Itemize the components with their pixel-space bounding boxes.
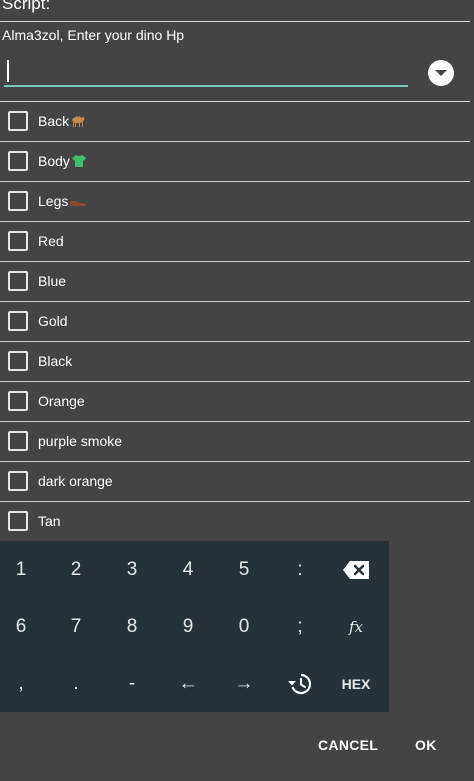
shoe-icon: [69, 194, 87, 210]
text-cursor: [7, 60, 9, 82]
options-list: Back Body Legs Red Blue Gold Black Orang…: [0, 102, 470, 542]
checkbox[interactable]: [8, 311, 28, 331]
checkbox[interactable]: [8, 231, 28, 251]
key-left-arrow[interactable]: ←: [160, 655, 216, 712]
key-5[interactable]: 5: [216, 541, 272, 598]
backspace-key[interactable]: [328, 541, 384, 598]
checkbox[interactable]: [8, 191, 28, 211]
checkbox[interactable]: [8, 511, 28, 531]
key-right-arrow[interactable]: →: [216, 655, 272, 712]
key-0[interactable]: 0: [216, 598, 272, 655]
option-purple-smoke[interactable]: purple smoke: [0, 422, 470, 462]
key-7[interactable]: 7: [48, 598, 104, 655]
option-label: Tan: [38, 513, 61, 529]
key-colon[interactable]: :: [272, 541, 328, 598]
option-label: Red: [38, 233, 64, 249]
option-label: Orange: [38, 393, 85, 409]
key-6[interactable]: 6: [0, 598, 49, 655]
cancel-button[interactable]: CANCEL: [318, 737, 378, 753]
option-label: Back: [38, 113, 86, 131]
option-red[interactable]: Red: [0, 222, 470, 262]
hp-input-container[interactable]: [4, 54, 408, 90]
dropdown-button[interactable]: [428, 60, 454, 86]
title-divider: [0, 21, 470, 22]
option-black[interactable]: Black: [0, 342, 470, 382]
backspace-icon: [343, 560, 369, 579]
key-semicolon[interactable]: ;: [272, 598, 328, 655]
option-body[interactable]: Body: [0, 142, 470, 182]
option-dark-orange[interactable]: dark orange: [0, 462, 470, 502]
key-3[interactable]: 3: [104, 541, 160, 598]
option-label: dark orange: [38, 473, 113, 489]
checkbox[interactable]: [8, 431, 28, 451]
key-1[interactable]: 1: [0, 541, 49, 598]
checkbox[interactable]: [8, 391, 28, 411]
fx-key[interactable]: fx: [328, 598, 384, 655]
key-9[interactable]: 9: [160, 598, 216, 655]
hp-input[interactable]: [4, 54, 408, 87]
option-gold[interactable]: Gold: [0, 302, 470, 342]
option-label: Gold: [38, 313, 68, 329]
checkbox[interactable]: [8, 271, 28, 291]
checkbox[interactable]: [8, 471, 28, 491]
option-legs[interactable]: Legs: [0, 182, 470, 222]
numeric-keyboard: 1 2 3 4 5 : 6 7 8 9 0 ; fx , . - ← → HEX: [0, 541, 389, 712]
checkbox[interactable]: [8, 111, 28, 131]
dialog-title: Script:: [2, 0, 51, 13]
history-key[interactable]: [272, 655, 328, 712]
key-minus[interactable]: -: [104, 655, 160, 712]
camel-icon: [70, 114, 86, 131]
chevron-down-icon: [435, 70, 447, 76]
key-2[interactable]: 2: [48, 541, 104, 598]
prompt-text: Alma3zol, Enter your dino Hp: [2, 27, 185, 43]
key-comma[interactable]: ,: [0, 655, 49, 712]
history-icon: [288, 673, 312, 694]
checkbox[interactable]: [8, 151, 28, 171]
option-label: Black: [38, 353, 73, 369]
option-orange[interactable]: Orange: [0, 382, 470, 422]
option-label: purple smoke: [38, 433, 123, 449]
option-label: Body: [38, 153, 87, 171]
checkbox[interactable]: [8, 351, 28, 371]
option-tan[interactable]: Tan: [0, 502, 470, 542]
option-blue[interactable]: Blue: [0, 262, 470, 302]
shirt-icon: [71, 154, 87, 171]
option-label: Blue: [38, 273, 67, 289]
option-label: Legs: [38, 193, 87, 210]
hex-key[interactable]: HEX: [328, 655, 384, 712]
option-back[interactable]: Back: [0, 102, 470, 142]
ok-button[interactable]: OK: [415, 737, 437, 753]
key-8[interactable]: 8: [104, 598, 160, 655]
key-period[interactable]: .: [48, 655, 104, 712]
key-4[interactable]: 4: [160, 541, 216, 598]
